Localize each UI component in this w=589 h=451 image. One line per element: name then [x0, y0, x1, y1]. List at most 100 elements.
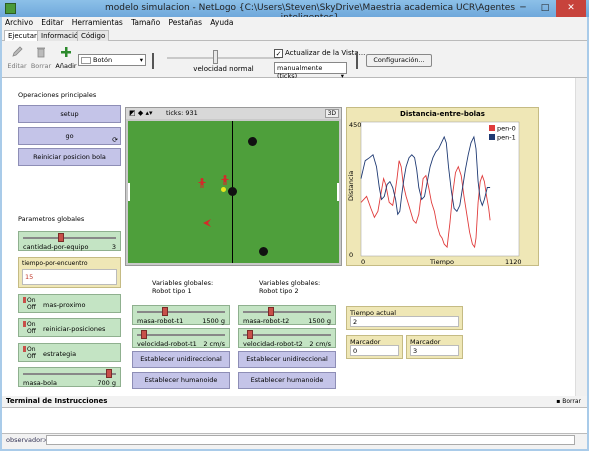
slider-name: masa-robot-t1	[137, 317, 184, 325]
tab-ejecutar[interactable]: Ejecutar	[4, 30, 41, 41]
slider-thumb[interactable]	[105, 369, 112, 378]
slider-track	[137, 311, 225, 313]
slider-value: 700 g	[97, 379, 116, 387]
legend-swatch-pen-0	[489, 125, 495, 131]
menu-bar: Archivo Editar Herramientas Tamaño Pesta…	[2, 17, 587, 29]
chevron-down-icon: ▾	[139, 56, 143, 64]
slider-thumb[interactable]	[247, 330, 254, 339]
strategy-switch[interactable]: On Off estrategia	[18, 343, 121, 362]
menu-editar[interactable]: Editar	[38, 17, 66, 28]
monitor-value: 2	[350, 316, 459, 327]
y-tick-label: 450	[349, 121, 361, 129]
add-tool[interactable]: Añadir	[55, 45, 77, 70]
unidirectional-t1-button[interactable]: Establecer unidireccional	[132, 351, 230, 368]
reset-ball-button[interactable]: Reiniciar posicion bola	[18, 148, 121, 166]
switch-knob	[23, 297, 26, 303]
switch-states: On Off	[27, 297, 36, 311]
y-axis-label: Distancia	[347, 171, 355, 201]
unidirectional-t2-button[interactable]: Establecer unidireccional	[238, 351, 336, 368]
tab-codigo[interactable]: Código	[77, 30, 110, 41]
tab-bar: Ejecutar Información Código	[2, 29, 587, 41]
speed-t2-slider[interactable]: velocidad-robot-t2 2 cm/s	[238, 328, 336, 348]
nearest-switch[interactable]: On Off mas-proximo	[18, 294, 121, 313]
pencil-icon	[12, 46, 23, 57]
speed-t1-slider[interactable]: velocidad-robot-t1 2 cm/s	[132, 328, 230, 348]
widget-type-select[interactable]: Botón ▾	[78, 54, 146, 66]
switch-states: On Off	[27, 321, 36, 335]
robot-yellow	[221, 187, 226, 192]
delete-tool[interactable]: Borrar	[30, 45, 52, 70]
toolbar-divider	[356, 53, 358, 69]
slider-value: 3	[111, 243, 116, 251]
maximize-button[interactable]: □	[534, 0, 556, 17]
settings-button[interactable]: Configuración...	[366, 54, 432, 67]
slider-value: 2 cm/s	[309, 340, 331, 348]
score-team2-monitor: Marcador equipo 2 3	[406, 335, 463, 359]
slider-thumb[interactable]	[267, 307, 274, 316]
vertical-scrollbar[interactable]	[575, 78, 587, 396]
goal-right	[337, 183, 339, 201]
close-button[interactable]: ✕	[556, 0, 586, 17]
plus-icon	[61, 47, 71, 57]
3d-view-button[interactable]: 3D	[324, 109, 339, 118]
input-value[interactable]: 15	[22, 269, 117, 285]
score-team1-monitor: Marcador equipo 1 0	[346, 335, 403, 359]
edit-tool[interactable]: Editar	[6, 45, 28, 70]
clear-button[interactable]: ▪ Borrar	[556, 398, 581, 405]
legend-label-pen-1: pen-1	[497, 134, 516, 142]
minimize-button[interactable]: ─	[512, 0, 534, 17]
setup-button[interactable]: setup	[18, 105, 121, 123]
time-per-match-input[interactable]: tiempo-por-encuentro 15	[18, 257, 121, 288]
soccer-field[interactable]	[128, 121, 339, 263]
update-view-checkbox[interactable]: ✓	[274, 49, 283, 58]
command-center-title: Terminal de Instrucciones	[6, 397, 108, 405]
update-view-label: Actualizar de la Vista...	[285, 49, 366, 57]
x-tick-label: 0	[361, 258, 365, 265]
speed-slider-track[interactable]	[167, 57, 280, 59]
update-mode-select[interactable]: manualmente (ticks) ▾	[274, 62, 347, 80]
menu-herramientas[interactable]: Herramientas	[69, 17, 126, 28]
forever-icon: ⟳	[112, 136, 118, 144]
go-button[interactable]: go ⟳	[18, 127, 121, 145]
humanoid-t2-button[interactable]: Establecer humanoide	[238, 372, 336, 389]
slider-track	[23, 237, 116, 239]
world-view: ◩ ◆ ▴▾ ticks: 931 3D	[125, 107, 342, 266]
menu-ayuda[interactable]: Ayuda	[207, 17, 236, 28]
time-now-monitor: Tiempo actual 2	[346, 306, 463, 330]
slider-thumb[interactable]	[57, 233, 64, 242]
slider-value: 1500 g	[202, 317, 225, 325]
menu-tamano[interactable]: Tamaño	[128, 17, 163, 28]
team-size-slider[interactable]: cantidad-por-equipo 3	[18, 231, 121, 251]
switch-knob	[23, 321, 26, 327]
ball	[248, 137, 257, 146]
trash-icon	[37, 47, 45, 58]
slider-name: masa-robot-t2	[243, 317, 290, 325]
menu-pestanas[interactable]: Pestañas	[165, 17, 205, 28]
switch-label: estrategia	[43, 350, 77, 358]
slider-thumb[interactable]	[141, 330, 148, 339]
mass-t1-slider[interactable]: masa-robot-t1 1500 g	[132, 305, 230, 325]
slider-track	[137, 334, 225, 336]
slider-name: cantidad-por-equipo	[23, 243, 89, 251]
humanoid-t1-button[interactable]: Establecer humanoide	[132, 372, 230, 389]
ticks-counter: ticks: 931	[166, 109, 198, 117]
slider-track	[243, 334, 331, 336]
speed-slider-thumb[interactable]	[213, 50, 218, 64]
command-input[interactable]	[46, 435, 575, 445]
robot-humanoid-icon	[198, 178, 206, 188]
slider-name: velocidad-robot-t2	[243, 340, 303, 348]
mass-t2-slider[interactable]: masa-robot-t2 1500 g	[238, 305, 336, 325]
speed-label: velocidad normal	[193, 65, 254, 73]
agent-selector[interactable]: observador>	[6, 436, 48, 444]
reset-positions-switch[interactable]: On Off reiniciar-posiciones	[18, 318, 121, 337]
x-axis-label: Tiempo	[429, 258, 454, 265]
menu-archivo[interactable]: Archivo	[2, 17, 36, 28]
ball	[228, 187, 237, 196]
view-controls-icon[interactable]: ◩ ◆ ▴▾	[129, 109, 152, 117]
delete-label: Borrar	[30, 62, 52, 70]
input-label: tiempo-por-encuentro	[22, 260, 88, 267]
command-center: Terminal de Instrucciones ▪ Borrar obser…	[2, 396, 587, 449]
ball-mass-slider[interactable]: masa-bola 700 g	[18, 367, 121, 387]
robot-humanoid-icon	[221, 175, 229, 185]
slider-thumb[interactable]	[161, 307, 168, 316]
